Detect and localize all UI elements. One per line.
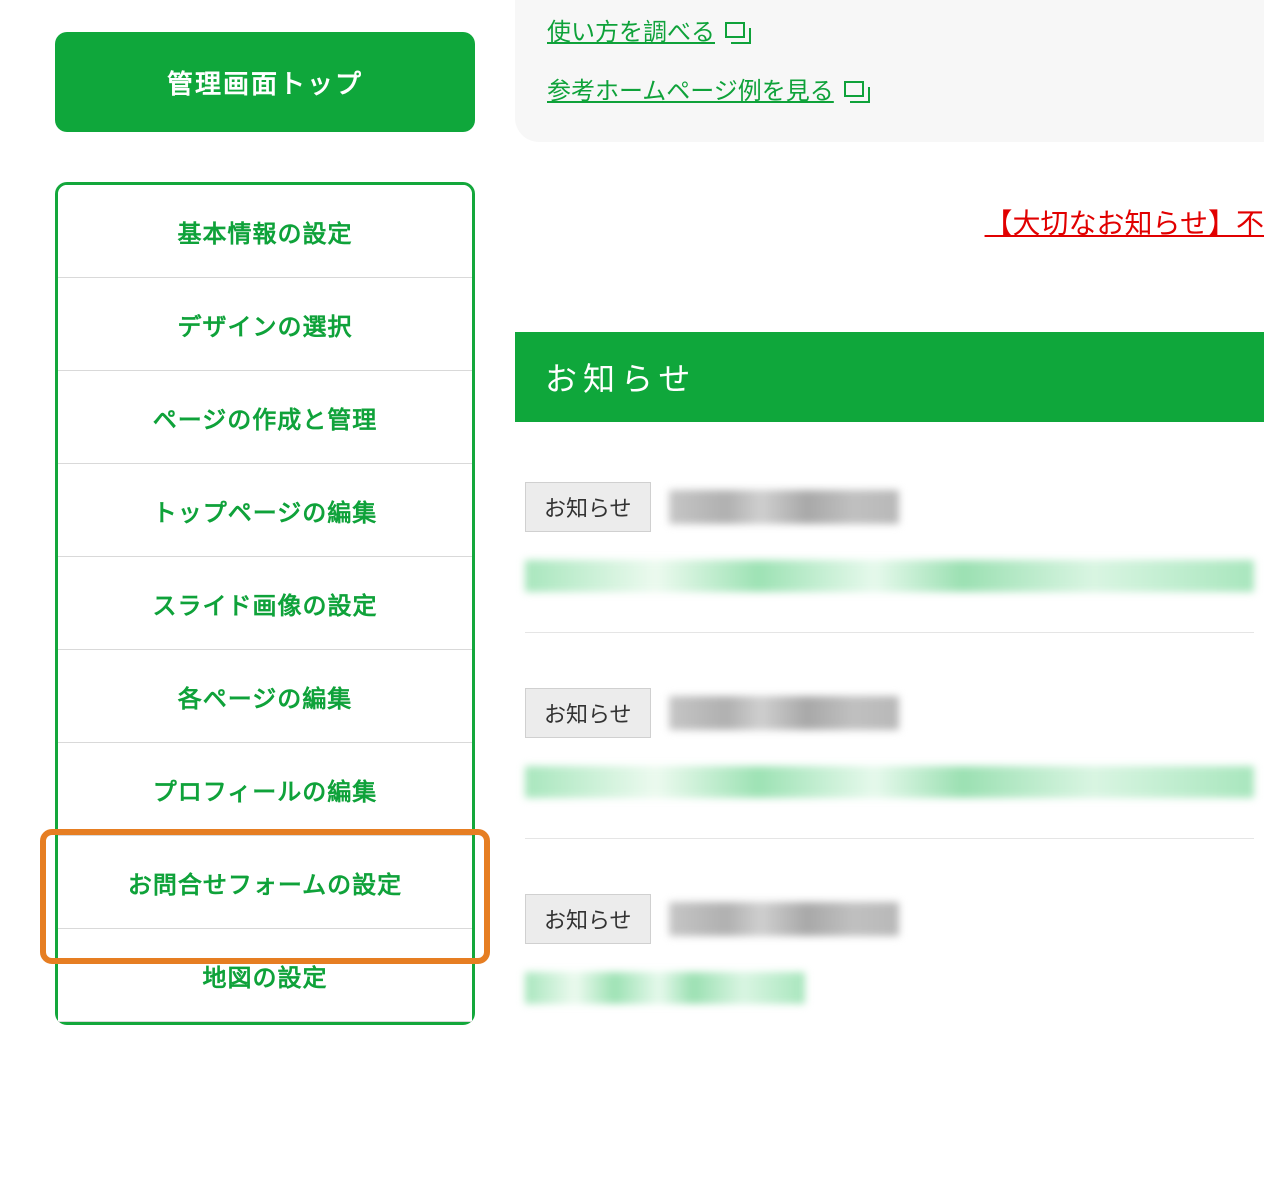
help-area: 使い方を調べる 参考ホームページ例を見る [515, 0, 1264, 142]
sidebar-item-basic-settings[interactable]: 基本情報の設定 [58, 185, 472, 278]
sidebar: 管理画面トップ 基本情報の設定 デザインの選択 ページの作成と管理 トップページ… [55, 0, 475, 1099]
sidebar-item-label: 地図の設定 [203, 958, 328, 993]
help-link-usage-label: 使い方を調べる [547, 12, 715, 47]
sidebar-item-profile-edit[interactable]: プロフィールの編集 [58, 743, 472, 836]
news-section-header-label: お知らせ [545, 361, 696, 397]
help-link-usage[interactable]: 使い方を調べる [547, 12, 745, 47]
news-section-header: お知らせ [515, 332, 1264, 422]
news-item: お知らせ [525, 482, 1254, 633]
sidebar-item-contact-form-settings[interactable]: お問合せフォームの設定 [58, 836, 472, 929]
blurred-news-title[interactable] [525, 972, 805, 1004]
blurred-news-title[interactable] [525, 766, 1254, 798]
help-link-examples-label: 参考ホームページ例を見る [547, 71, 834, 106]
news-badge: お知らせ [525, 688, 651, 738]
important-notice-label: 【大切なお知らせ】不 [985, 208, 1264, 239]
admin-top-button-label: 管理画面トップ [167, 69, 363, 99]
sidebar-item-page-management[interactable]: ページの作成と管理 [58, 371, 472, 464]
news-badge: お知らせ [525, 482, 651, 532]
sidebar-item-label: 基本情報の設定 [178, 214, 353, 249]
sidebar-menu: 基本情報の設定 デザインの選択 ページの作成と管理 トップページの編集 スライド… [55, 182, 475, 1025]
main-content: 使い方を調べる 参考ホームページ例を見る 【大切なお知らせ】不 お知らせ お知ら… [515, 0, 1264, 1099]
news-item: お知らせ [525, 688, 1254, 839]
sidebar-item-each-page-edit[interactable]: 各ページの編集 [58, 650, 472, 743]
blurred-date [669, 902, 899, 936]
sidebar-item-map-settings[interactable]: 地図の設定 [58, 929, 472, 1022]
blurred-news-title[interactable] [525, 560, 1254, 592]
important-notice-link[interactable]: 【大切なお知らせ】不 [515, 202, 1264, 242]
help-link-examples[interactable]: 参考ホームページ例を見る [547, 71, 864, 106]
sidebar-item-slide-image-settings[interactable]: スライド画像の設定 [58, 557, 472, 650]
sidebar-item-label: トップページの編集 [153, 493, 378, 528]
sidebar-item-design-select[interactable]: デザインの選択 [58, 278, 472, 371]
news-badge: お知らせ [525, 894, 651, 944]
admin-top-button[interactable]: 管理画面トップ [55, 32, 475, 132]
sidebar-item-label: お問合せフォームの設定 [128, 865, 402, 900]
external-window-icon [844, 81, 864, 97]
sidebar-item-label: スライド画像の設定 [153, 586, 378, 621]
sidebar-item-top-page-edit[interactable]: トップページの編集 [58, 464, 472, 557]
news-list: お知らせ お知らせ お知らせ [515, 422, 1264, 1044]
blurred-date [669, 490, 899, 524]
sidebar-item-label: ページの作成と管理 [153, 400, 378, 435]
blurred-date [669, 696, 899, 730]
sidebar-item-label: プロフィールの編集 [153, 772, 378, 807]
external-window-icon [725, 22, 745, 38]
news-item: お知らせ [525, 894, 1254, 1044]
sidebar-item-label: デザインの選択 [178, 307, 353, 342]
sidebar-item-label: 各ページの編集 [178, 679, 353, 714]
